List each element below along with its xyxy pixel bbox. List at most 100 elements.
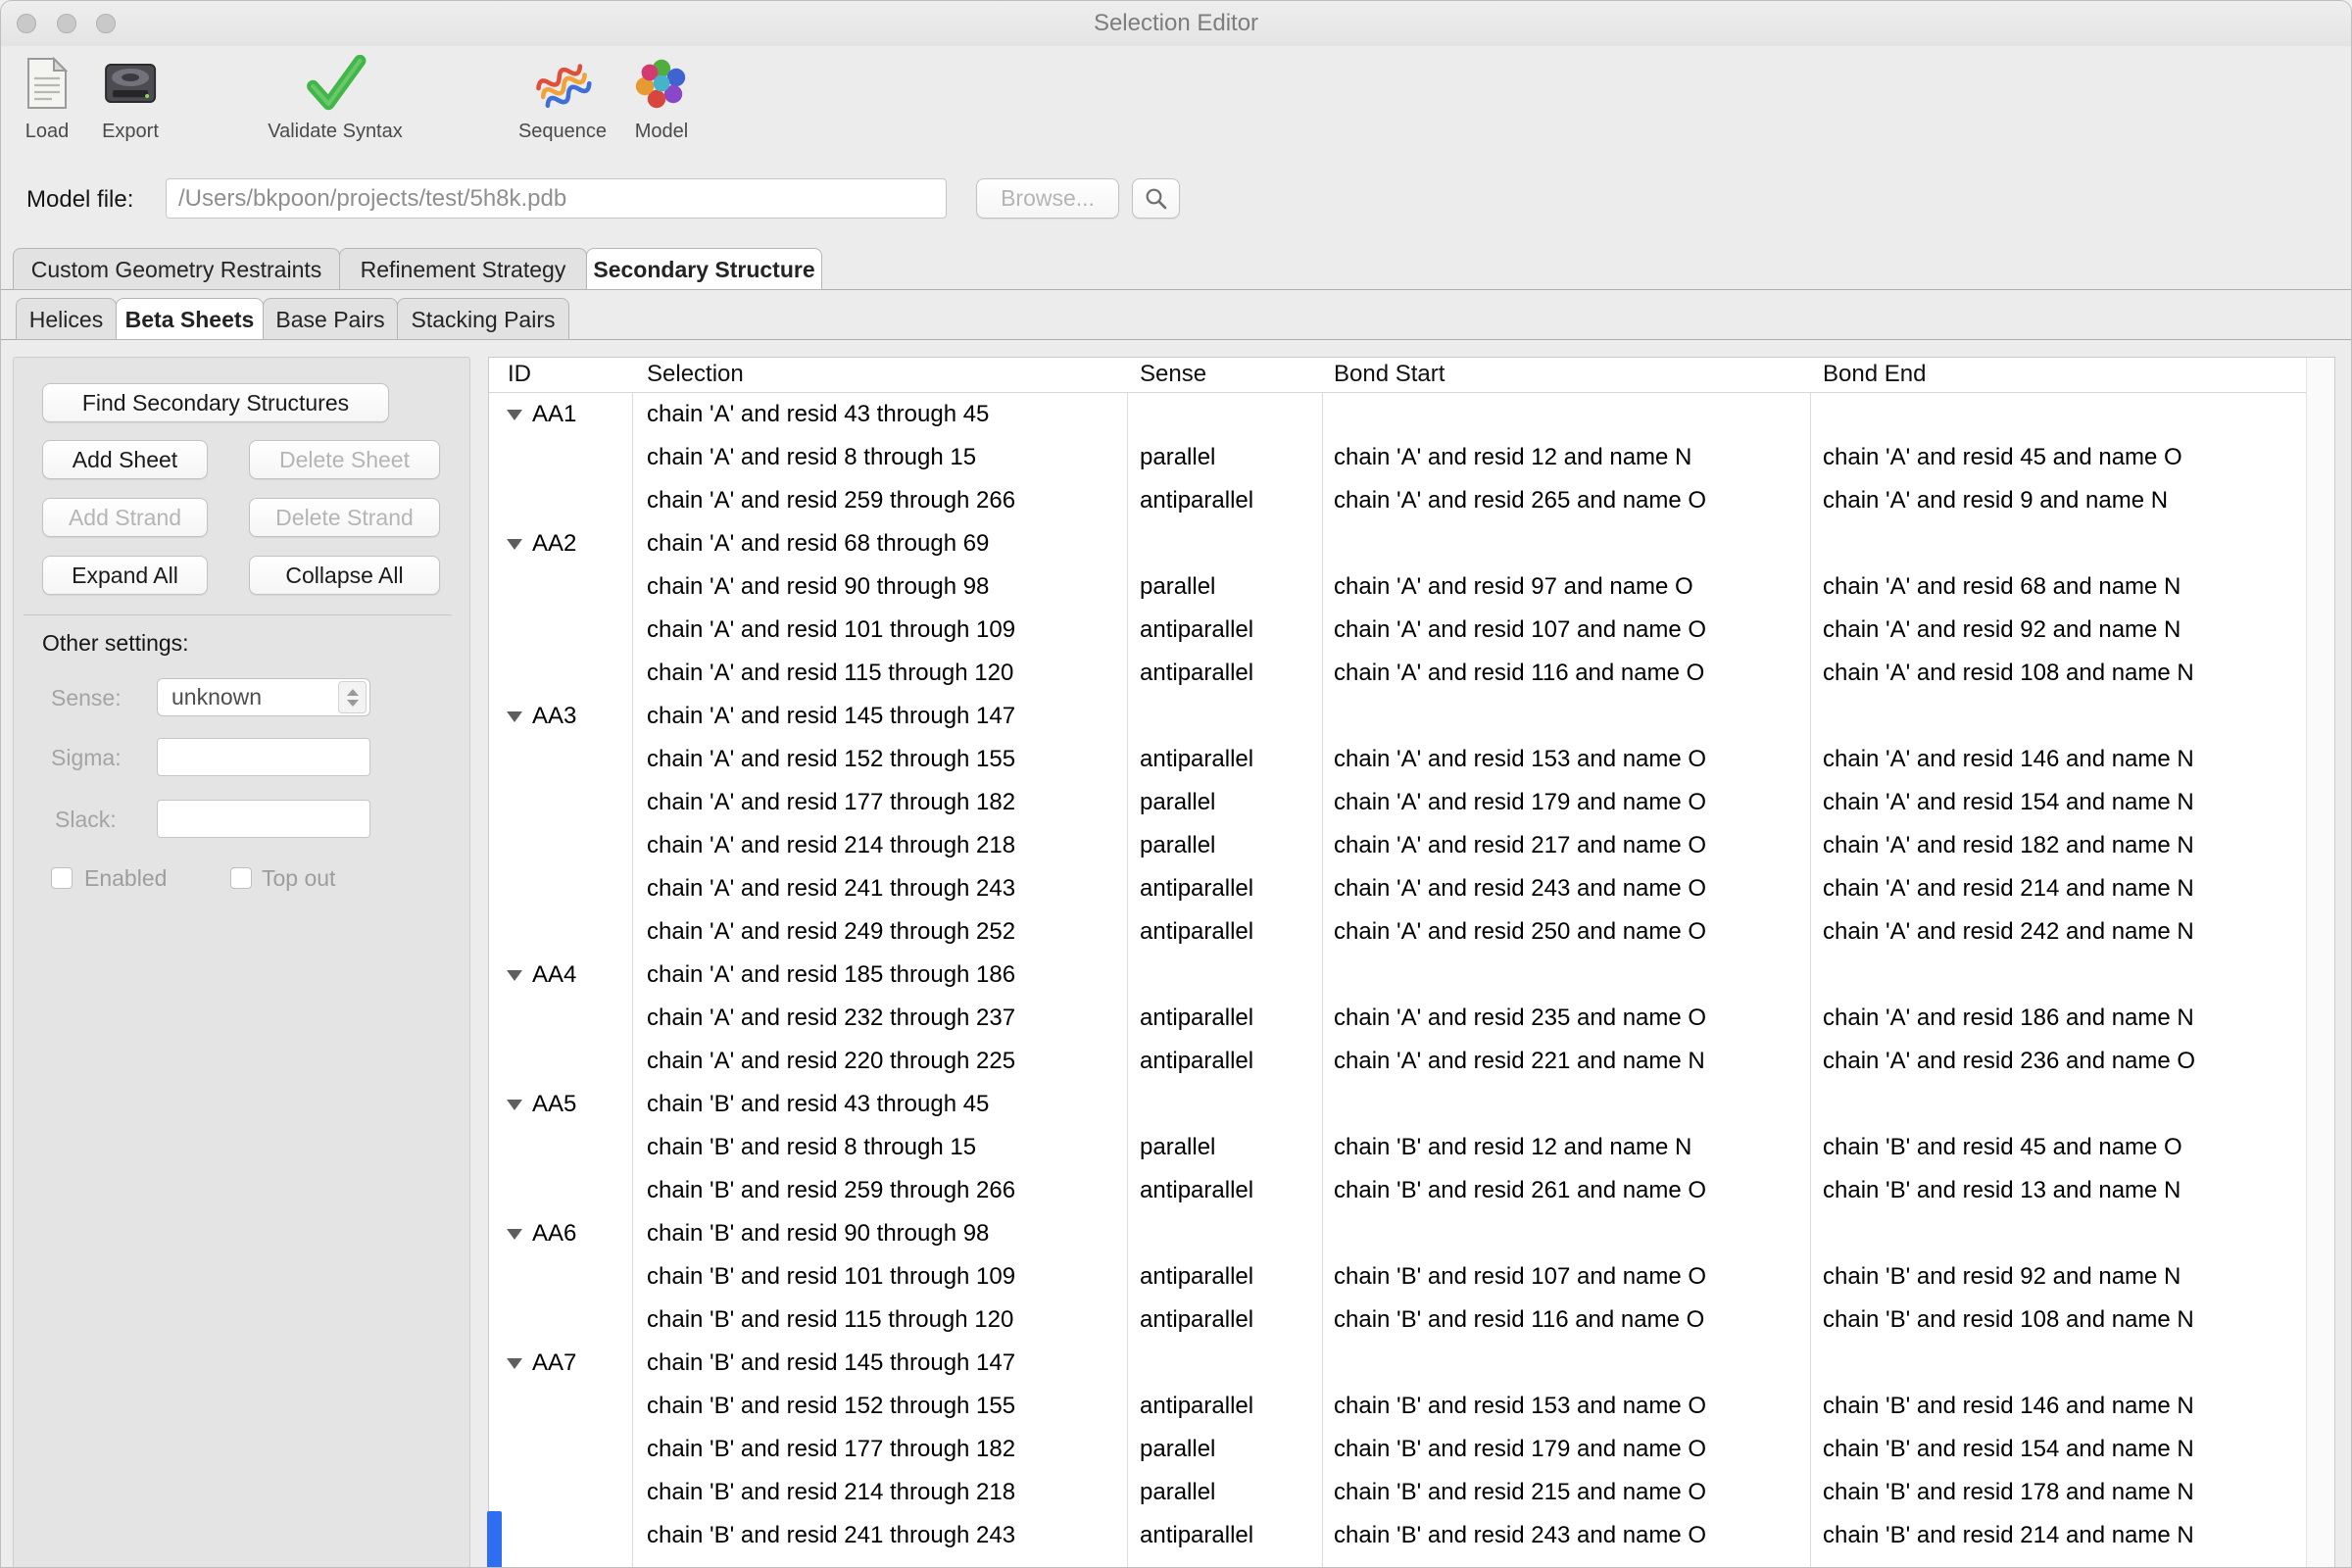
cell-bond-start: chain 'B' and resid 215 and name O <box>1322 1471 1810 1514</box>
cell-selection: chain 'B' and resid 145 through 147 <box>632 1342 1127 1385</box>
cell-selection: chain 'A' and resid 232 through 237 <box>632 997 1127 1040</box>
column-divider <box>1322 358 1323 1568</box>
slack-input[interactable] <box>157 800 370 838</box>
cell-bond-start: chain 'B' and resid 116 and name O <box>1322 1298 1810 1342</box>
add-strand-button[interactable]: Add Strand <box>42 498 208 537</box>
disclosure-triangle-icon[interactable] <box>507 1358 522 1369</box>
enabled-checkbox[interactable] <box>51 867 73 889</box>
cell-bond-end: chain 'B' and resid 45 and name O <box>1810 1126 2308 1169</box>
disclosure-triangle-icon[interactable] <box>507 1229 522 1240</box>
delete-sheet-button[interactable]: Delete Sheet <box>249 440 440 479</box>
window-title: Selection Editor <box>1 1 2351 46</box>
table-row[interactable]: chain 'B' and resid 115 through 120antip… <box>489 1298 2308 1342</box>
table-row[interactable]: chain 'A' and resid 152 through 155antip… <box>489 738 2308 781</box>
panel-divider <box>24 614 452 615</box>
document-icon <box>23 48 72 119</box>
table-row[interactable]: chain 'B' and resid 214 through 218paral… <box>489 1471 2308 1514</box>
cell-bond-end: chain 'A' and resid 108 and name N <box>1810 652 2308 695</box>
collapse-all-button[interactable]: Collapse All <box>249 556 440 595</box>
disclosure-triangle-icon[interactable] <box>507 970 522 981</box>
table-row[interactable]: AA4chain 'A' and resid 185 through 186 <box>489 954 2308 997</box>
tab-secondary-structure[interactable]: Secondary Structure <box>586 248 822 290</box>
table-row[interactable]: chain 'B' and resid 177 through 182paral… <box>489 1428 2308 1471</box>
vertical-scrollbar[interactable] <box>2306 358 2334 1568</box>
cell-sense: parallel <box>1127 1471 1322 1514</box>
export-button[interactable]: Export <box>102 48 159 143</box>
column-header-id[interactable]: ID <box>489 358 632 392</box>
titlebar: Selection Editor <box>1 1 2351 46</box>
cell-bond-end: chain 'B' and resid 13 and name N <box>1810 1169 2308 1212</box>
validate-syntax-button[interactable]: Validate Syntax <box>268 48 403 143</box>
add-sheet-button[interactable]: Add Sheet <box>42 440 208 479</box>
cell-sense: parallel <box>1127 436 1322 479</box>
table-row[interactable]: chain 'B' and resid 241 through 243antip… <box>489 1514 2308 1557</box>
column-header-sense[interactable]: Sense <box>1127 358 1322 392</box>
disclosure-triangle-icon[interactable] <box>507 410 522 420</box>
find-secondary-structures-button[interactable]: Find Secondary Structures <box>42 383 389 422</box>
table-row[interactable]: chain 'B' and resid 101 through 109antip… <box>489 1255 2308 1298</box>
table-row[interactable]: chain 'B' and resid 259 through 266antip… <box>489 1169 2308 1212</box>
cell-selection: chain 'A' and resid 8 through 15 <box>632 436 1127 479</box>
partially-visible-selected-row[interactable] <box>487 1511 502 1568</box>
delete-strand-button[interactable]: Delete Strand <box>249 498 440 537</box>
search-button[interactable] <box>1132 178 1180 219</box>
tab-helices[interactable]: Helices <box>16 298 117 340</box>
table-row[interactable]: chain 'A' and resid 241 through 243antip… <box>489 867 2308 910</box>
disclosure-triangle-icon[interactable] <box>507 1100 522 1110</box>
search-icon <box>1144 186 1169 212</box>
table-row[interactable]: AA6chain 'B' and resid 90 through 98 <box>489 1212 2308 1255</box>
sheet-controls-panel: Find Secondary Structures Add Sheet Dele… <box>13 357 470 1568</box>
browse-button[interactable]: Browse... <box>976 178 1119 219</box>
tab-base-pairs[interactable]: Base Pairs <box>263 298 398 340</box>
sigma-input[interactable] <box>157 738 370 776</box>
beta-sheets-table: ID Selection Sense Bond Start Bond End A… <box>488 357 2335 1568</box>
table-row[interactable]: AA7chain 'B' and resid 145 through 147 <box>489 1342 2308 1385</box>
enabled-checkbox-label: Enabled <box>84 866 167 890</box>
load-button[interactable]: Load <box>23 48 72 143</box>
tab-stacking-pairs[interactable]: Stacking Pairs <box>397 298 569 340</box>
table-row[interactable]: chain 'A' and resid 220 through 225antip… <box>489 1040 2308 1083</box>
cell-sense: antiparallel <box>1127 910 1322 954</box>
tab-refinement-strategy[interactable]: Refinement Strategy <box>339 248 587 290</box>
cell-sense: antiparallel <box>1127 997 1322 1040</box>
model-file-label: Model file: <box>26 179 133 220</box>
table-row[interactable]: chain 'A' and resid 249 through 252antip… <box>489 910 2308 954</box>
disclosure-triangle-icon[interactable] <box>507 539 522 550</box>
top-out-checkbox[interactable] <box>230 867 252 889</box>
model-button[interactable]: Model <box>633 48 690 143</box>
table-row[interactable]: chain 'A' and resid 115 through 120antip… <box>489 652 2308 695</box>
table-row[interactable]: AA2chain 'A' and resid 68 through 69 <box>489 522 2308 565</box>
tab-label: Helices <box>29 307 103 332</box>
tab-custom-geometry-restraints[interactable]: Custom Geometry Restraints <box>13 248 340 290</box>
table-row[interactable]: AA5chain 'B' and resid 43 through 45 <box>489 1083 2308 1126</box>
sense-dropdown[interactable]: unknown <box>157 678 370 716</box>
table-row[interactable]: chain 'B' and resid 8 through 15parallel… <box>489 1126 2308 1169</box>
cell-id: AA2 <box>489 522 632 565</box>
sense-dropdown-value: unknown <box>158 684 338 710</box>
cell-id: AA4 <box>489 954 632 997</box>
sequence-button[interactable]: Sequence <box>518 48 607 143</box>
tab-beta-sheets[interactable]: Beta Sheets <box>116 298 264 340</box>
table-row[interactable]: chain 'A' and resid 214 through 218paral… <box>489 824 2308 867</box>
table-row[interactable]: AA3chain 'A' and resid 145 through 147 <box>489 695 2308 738</box>
disclosure-triangle-icon[interactable] <box>507 711 522 722</box>
column-header-selection[interactable]: Selection <box>632 358 1127 392</box>
cell-id: AA7 <box>489 1342 632 1385</box>
validate-syntax-label: Validate Syntax <box>268 121 403 143</box>
table-row[interactable]: chain 'A' and resid 90 through 98paralle… <box>489 565 2308 609</box>
model-file-input[interactable]: /Users/bkpoon/projects/test/5h8k.pdb <box>166 178 947 219</box>
table-row[interactable]: AA1chain 'A' and resid 43 through 45 <box>489 393 2308 436</box>
column-header-bond-end[interactable]: Bond End <box>1810 358 2308 392</box>
table-row[interactable]: chain 'A' and resid 8 through 15parallel… <box>489 436 2308 479</box>
table-row[interactable]: chain 'B' and resid 152 through 155antip… <box>489 1385 2308 1428</box>
table-row[interactable]: chain 'A' and resid 177 through 182paral… <box>489 781 2308 824</box>
table-row[interactable]: chain 'A' and resid 101 through 109antip… <box>489 609 2308 652</box>
cell-sense: antiparallel <box>1127 1298 1322 1342</box>
table-row[interactable]: chain 'A' and resid 259 through 266antip… <box>489 479 2308 522</box>
expand-all-button[interactable]: Expand All <box>42 556 208 595</box>
cell-bond-start: chain 'B' and resid 107 and name O <box>1322 1255 1810 1298</box>
cell-selection: chain 'A' and resid 115 through 120 <box>632 652 1127 695</box>
table-row[interactable]: chain 'A' and resid 232 through 237antip… <box>489 997 2308 1040</box>
column-divider <box>1810 358 1811 1568</box>
column-header-bond-start[interactable]: Bond Start <box>1322 358 1810 392</box>
